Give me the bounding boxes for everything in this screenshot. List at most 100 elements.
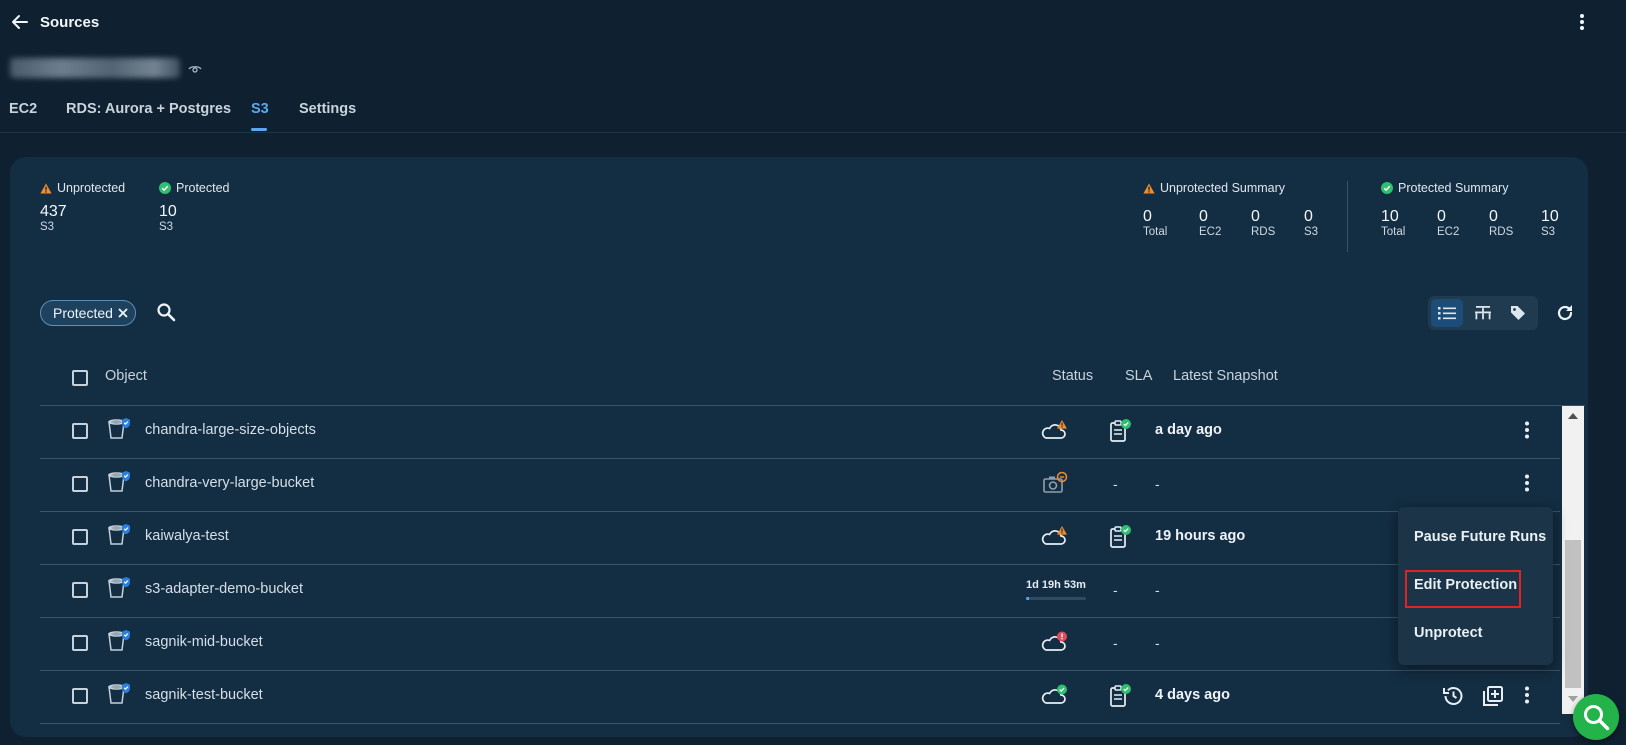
active-tab-indicator	[251, 128, 267, 131]
row-checkbox[interactable]	[72, 476, 88, 492]
row-checkbox[interactable]	[72, 529, 88, 545]
latest-snapshot: -	[1155, 582, 1160, 598]
column-header-sla[interactable]: SLA	[1125, 368, 1152, 384]
filter-chip-label: Protected	[53, 305, 113, 321]
sla-ok-icon	[1108, 418, 1132, 444]
sla-ok-icon	[1108, 683, 1132, 709]
scroll-up-icon[interactable]	[1567, 412, 1579, 420]
summary-sub: S3	[1541, 226, 1556, 238]
table-row[interactable]: chandra-very-large-bucket - -	[40, 459, 1560, 512]
table-row[interactable]: sagnik-mid-bucket - -	[40, 618, 1560, 671]
more-options-icon[interactable]	[1578, 12, 1586, 32]
help-search-button[interactable]	[1573, 694, 1619, 740]
latest-snapshot: 4 days ago	[1155, 687, 1230, 703]
unprotected-summary: Unprotected Summary	[1143, 181, 1285, 195]
summary-sub: EC2	[1199, 226, 1222, 238]
object-name[interactable]: kaiwalya-test	[145, 528, 229, 544]
scrollbar-thumb[interactable]	[1565, 540, 1581, 688]
tab-settings[interactable]: Settings	[299, 101, 356, 117]
cloud-warning-icon	[1040, 418, 1068, 442]
check-circle-icon	[1381, 182, 1393, 194]
row-checkbox[interactable]	[72, 635, 88, 651]
row-actions-icon[interactable]	[1524, 473, 1530, 493]
cloud-ok-icon	[1040, 683, 1068, 707]
summary-value: 0	[1304, 208, 1313, 225]
unprotected-sub: S3	[40, 221, 55, 233]
run-progress-bar	[1026, 597, 1086, 600]
protected-summary-ec2: 0 EC2	[1437, 208, 1459, 238]
sla-ok-icon	[1108, 524, 1132, 550]
refresh-icon[interactable]	[1555, 303, 1575, 323]
camera-pending-icon	[1042, 471, 1068, 495]
s3-bucket-icon	[106, 417, 132, 441]
summary-value: 0	[1199, 208, 1208, 225]
tabs-divider	[0, 132, 1626, 133]
sla-value: -	[1113, 476, 1118, 492]
check-circle-icon	[159, 182, 171, 194]
search-icon	[1581, 702, 1611, 732]
menu-item-unprotect[interactable]: Unprotect	[1414, 625, 1482, 641]
table-row[interactable]: chandra-large-size-objects a day ago	[40, 406, 1560, 459]
object-name[interactable]: s3-adapter-demo-bucket	[145, 581, 303, 597]
unprotected-stat: Unprotected 437 S3	[40, 181, 125, 233]
summary-divider	[1347, 181, 1348, 252]
search-icon[interactable]	[156, 302, 176, 322]
summary-value: 0	[1489, 208, 1498, 225]
protected-stat: Protected 10 S3	[159, 181, 230, 233]
filter-chip-protected[interactable]: Protected	[40, 300, 136, 326]
object-name[interactable]: sagnik-test-bucket	[145, 687, 263, 703]
summary-value: 0	[1143, 208, 1152, 225]
summary-value: 0	[1251, 208, 1260, 225]
row-checkbox[interactable]	[72, 582, 88, 598]
summary-value: 10	[1541, 208, 1559, 225]
warning-icon	[1143, 183, 1155, 194]
row-actions-icon[interactable]	[1524, 420, 1530, 440]
protected-summary-rds: 0 RDS	[1489, 208, 1513, 238]
tab-ec2[interactable]: EC2	[9, 101, 37, 117]
object-name[interactable]: chandra-very-large-bucket	[145, 475, 314, 491]
sla-value: -	[1113, 582, 1118, 598]
s3-bucket-icon	[106, 576, 132, 600]
table-row[interactable]: kaiwalya-test 19 hours ago	[40, 512, 1560, 565]
hierarchy-view-button[interactable]	[1467, 299, 1499, 327]
sla-value: -	[1113, 635, 1118, 651]
tag-view-button[interactable]	[1502, 299, 1534, 327]
warning-icon	[40, 183, 52, 194]
protected-label: Protected	[176, 181, 230, 195]
list-icon	[1437, 305, 1457, 321]
row-checkbox[interactable]	[72, 688, 88, 704]
tag-icon	[1509, 304, 1527, 322]
s3-bucket-icon	[106, 470, 132, 494]
tab-rds[interactable]: RDS: Aurora + Postgres	[66, 101, 231, 117]
object-name[interactable]: sagnik-mid-bucket	[145, 634, 263, 650]
column-header-latest-snapshot[interactable]: Latest Snapshot	[1173, 368, 1278, 384]
add-snapshot-icon[interactable]	[1481, 684, 1505, 708]
protected-sub: S3	[159, 221, 174, 233]
protected-summary-total: 10 Total	[1381, 208, 1405, 238]
unprotected-summary-total: 0 Total	[1143, 208, 1167, 238]
protected-count: 10	[159, 203, 177, 220]
table-row[interactable]: s3-adapter-demo-bucket 1d 19h 53m - -	[40, 565, 1560, 618]
row-checkbox[interactable]	[72, 423, 88, 439]
unprotected-summary-rds: 0 RDS	[1251, 208, 1275, 238]
menu-item-pause-future-runs[interactable]: Pause Future Runs	[1414, 529, 1546, 545]
back-arrow-icon[interactable]	[10, 12, 30, 32]
close-icon[interactable]	[117, 307, 129, 319]
s3-bucket-icon	[106, 682, 132, 706]
table-row[interactable]: sagnik-test-bucket 4 days ago	[40, 671, 1560, 724]
row-actions-icon[interactable]	[1524, 685, 1530, 705]
s3-bucket-icon	[106, 629, 132, 653]
back-link-sources[interactable]: Sources	[40, 14, 99, 31]
column-header-status[interactable]: Status	[1052, 368, 1093, 384]
reveal-eye-icon[interactable]	[188, 64, 202, 74]
unprotected-label: Unprotected	[57, 181, 126, 195]
select-all-checkbox[interactable]	[72, 370, 88, 386]
unprotected-count: 437	[40, 203, 67, 220]
run-progress-fill	[1026, 597, 1029, 600]
tab-s3[interactable]: S3	[251, 101, 269, 117]
list-view-button[interactable]	[1431, 299, 1463, 327]
column-header-object[interactable]: Object	[105, 368, 147, 384]
history-icon[interactable]	[1441, 684, 1465, 708]
latest-snapshot: a day ago	[1155, 422, 1222, 438]
object-name[interactable]: chandra-large-size-objects	[145, 422, 316, 438]
